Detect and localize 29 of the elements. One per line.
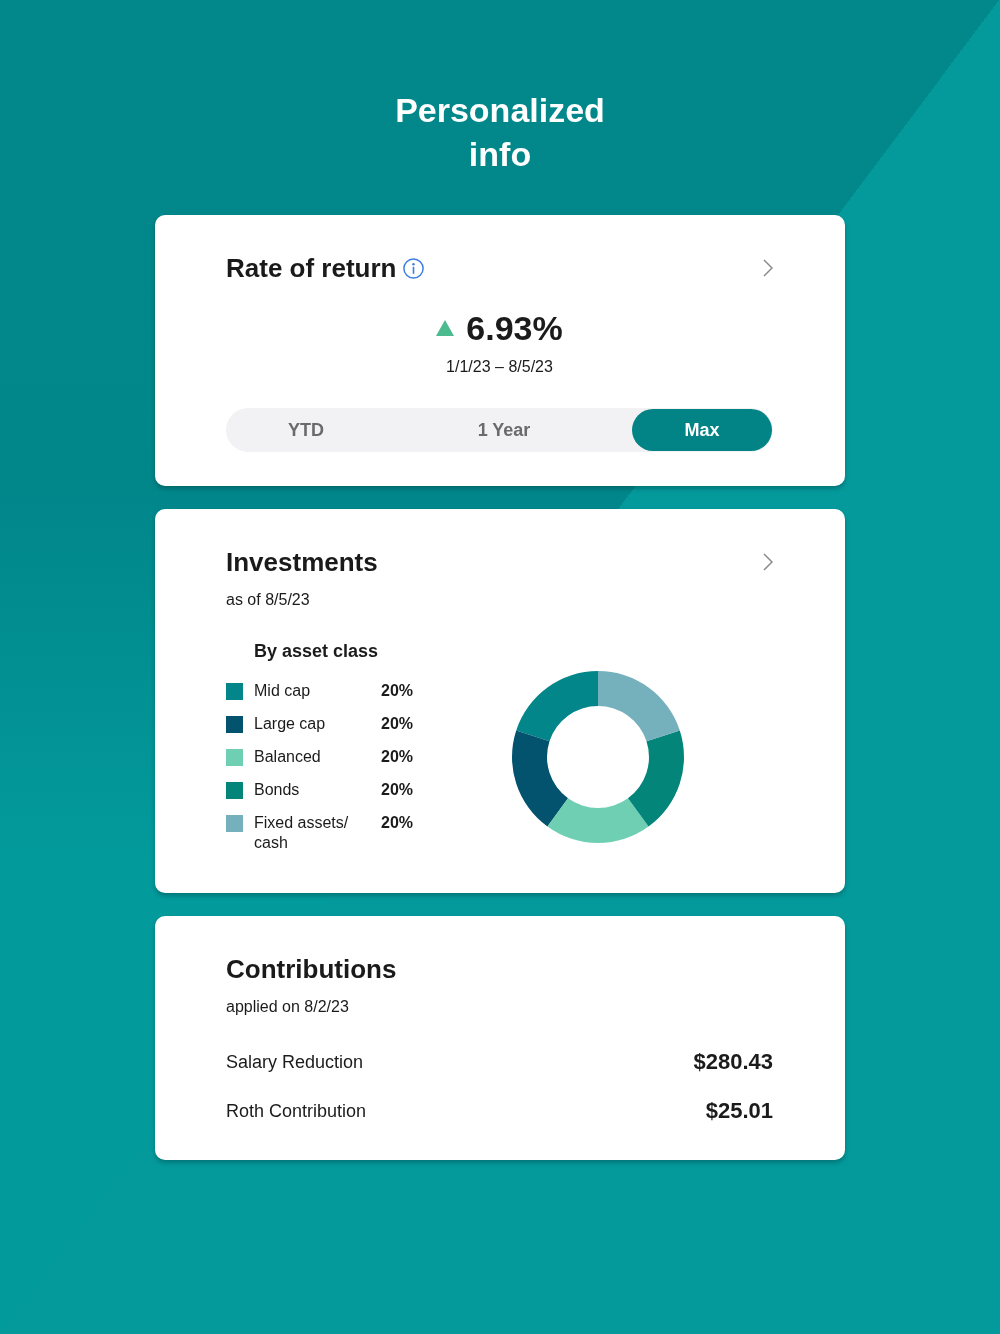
- period-tab[interactable]: YTD: [236, 409, 376, 451]
- legend-label: Bonds: [254, 780, 301, 800]
- legend-label: Mid cap: [254, 681, 312, 701]
- contribution-label: Roth Contribution: [226, 1100, 367, 1123]
- legend-percent: 20%: [381, 813, 414, 833]
- legend-label: Balanced: [254, 747, 322, 767]
- period-tab[interactable]: 1 Year: [434, 409, 574, 451]
- period-tab[interactable]: Max: [632, 409, 772, 451]
- page-title: Personalized info: [394, 90, 606, 175]
- contribution-amount: $280.43: [693, 1048, 773, 1076]
- legend-percent: 20%: [381, 747, 414, 767]
- return-value: 6.93%: [466, 308, 563, 348]
- applied-date: applied on 8/2/23: [226, 997, 349, 1017]
- legend-percent: 20%: [381, 681, 414, 701]
- legend-label: Fixed assets/ cash: [254, 813, 350, 853]
- as-of-date: as of 8/5/23: [226, 590, 310, 610]
- card-title: Rate of return: [226, 252, 397, 284]
- legend-percent: 20%: [381, 780, 414, 800]
- chevron-right-icon[interactable]: [763, 259, 773, 277]
- legend-percent: 20%: [381, 714, 414, 734]
- date-range: 1/1/23 – 8/5/23: [446, 357, 553, 377]
- legend-label: Large cap: [254, 714, 327, 734]
- card-title: Contributions: [226, 953, 397, 985]
- info-icon[interactable]: [403, 257, 425, 279]
- section-title: By asset class: [254, 640, 379, 663]
- chevron-right-icon[interactable]: [763, 553, 773, 571]
- contribution-amount: $25.01: [705, 1097, 773, 1125]
- card-title: Investments: [226, 546, 378, 578]
- contribution-label: Salary Reduction: [226, 1051, 364, 1074]
